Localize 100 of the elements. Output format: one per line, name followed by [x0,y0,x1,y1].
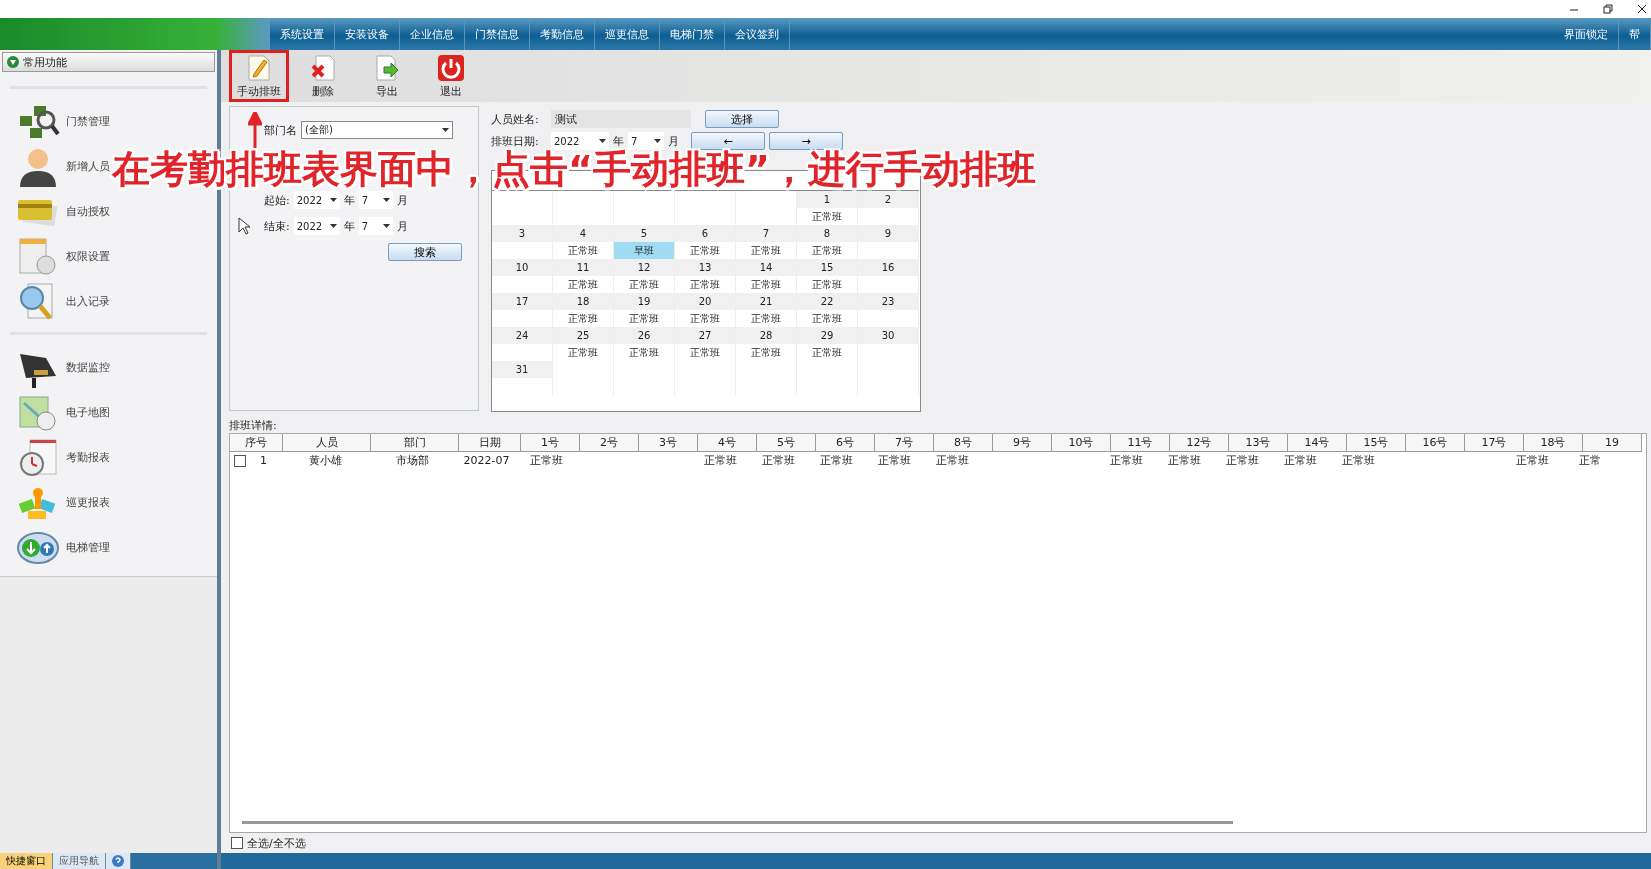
day-cell: 12 [614,259,675,276]
select-all-checkbox[interactable] [231,837,243,849]
day-cell: 25 [553,327,614,344]
sidebar-title: 常用功能 [23,54,67,70]
sidebar-item[interactable]: 考勤报表 [66,450,110,465]
column-header: 日期 [459,434,521,452]
row-checkbox[interactable] [234,454,246,467]
unit-label: 年 [613,133,624,149]
day-cell: 11 [553,259,614,276]
select-all-label: 全选/全不选 [247,835,306,851]
day-cell: 4 [553,225,614,242]
cursor-icon [238,217,252,235]
day-cell: 17 [492,293,553,310]
day-cell: 3 [492,225,553,242]
day-cell: 1 [797,191,858,208]
day-cell: 7 [736,225,797,242]
day-cell: 30 [858,327,919,344]
unit-label: 月 [396,192,408,208]
day-cell: 15 [797,259,858,276]
month-select[interactable]: 7 [358,191,393,209]
sidebar-item[interactable]: 巡更报表 [66,495,110,510]
column-header: 19 [1583,434,1642,452]
shift-cell[interactable]: 早班 [614,242,675,259]
column-header: 部门 [371,434,459,452]
table-cell: 市场部 [396,453,429,468]
help-icon[interactable] [112,855,124,867]
table-cell: 正常班 [1283,453,1317,468]
day-cell: 18 [553,293,614,310]
table-cell: 正常班 [703,453,737,468]
sidebar-item[interactable]: 电子地图 [66,405,110,420]
month-select[interactable]: 7 [628,132,664,150]
select-button[interactable]: 选择 [705,110,779,128]
close-icon[interactable] [1637,4,1647,14]
sidebar-item[interactable]: 权限设置 [66,249,110,264]
day-cell: 27 [675,327,736,344]
day-cell: 10 [492,259,553,276]
sidebar-item[interactable]: 出入记录 [66,294,110,309]
arrow-annotation [248,112,262,148]
table-cell: 1 [260,454,267,467]
sidebar-item[interactable]: 门禁管理 [66,114,110,129]
year-select[interactable]: 2022 [293,217,340,235]
year-select[interactable]: 2022 [293,191,340,209]
dropdown-caret-icon [442,128,449,132]
table-cell: 正常 [1579,453,1601,468]
column-header: 10号 [1052,434,1111,452]
day-cell: 28 [736,327,797,344]
month-select[interactable]: 7 [358,217,393,235]
column-header: 17号 [1465,434,1524,452]
table-cell: 正常班 [819,453,853,468]
field-label: 排班日期: [491,133,540,149]
day-cell: 2 [858,191,919,208]
sidebar-tab[interactable]: 快捷窗口 [0,853,53,869]
dropdown-caret-icon [599,139,606,143]
previous-button[interactable]: ← [691,132,765,150]
table-cell: 正常班 [935,453,969,468]
column-header: 16号 [1406,434,1465,452]
table-cell: 正常班 [1167,453,1201,468]
field-label: 起始: [264,192,290,208]
toolbar-button[interactable]: 导出 [357,50,417,102]
sidebar-item[interactable]: 数据监控 [66,360,110,375]
day-cell: 29 [797,327,858,344]
column-header: 12号 [1170,434,1229,452]
unit-label: 月 [396,218,408,234]
table-cell: 正常班 [1341,453,1375,468]
dropdown-caret-icon [382,198,390,202]
column-header: 8号 [934,434,993,452]
column-header: 2号 [580,434,639,452]
unit-label: 月 [668,133,679,149]
day-cell: 21 [736,293,797,310]
restore-icon[interactable] [1603,4,1613,14]
export-icon [374,53,400,82]
column-header: 9号 [993,434,1052,452]
sidebar-item[interactable]: 新增人员 [66,159,110,174]
unit-label: 年 [343,192,355,208]
toolbar-button[interactable]: 退出 [421,50,481,102]
table-cell: 2022-07 [463,454,510,467]
field-label: 人员姓名: [491,111,540,127]
year-select[interactable]: 2022 [551,132,609,150]
sidebar-header[interactable]: 常用功能 [2,52,215,72]
department-select[interactable]: (全部) [301,121,453,139]
day-cell: 9 [858,225,919,242]
next-button[interactable]: → [769,132,843,150]
toolbar-button[interactable]: 删除 [293,50,353,102]
day-cell: 13 [675,259,736,276]
horizontal-scrollbar[interactable] [242,821,1234,824]
table-cell: 黄小雄 [309,453,342,468]
dropdown-caret-icon [382,224,390,228]
day-cell: 14 [736,259,797,276]
person-name-field[interactable]: 测试 [551,110,691,128]
field-label: 部门名 [264,122,297,138]
table-title: 排班详情: [229,417,277,433]
sidebar-tab[interactable]: 应用导航 [53,853,106,869]
unit-label: 年 [343,218,355,234]
sidebar-item[interactable]: 电梯管理 [66,540,110,555]
search-button[interactable]: 搜索 [388,243,462,261]
toolbar-button[interactable]: 手动排班 [229,50,289,102]
sidebar-item[interactable]: 自动授权 [66,204,110,219]
column-header: 人员 [283,434,371,452]
column-header: 6号 [816,434,875,452]
day-cell: 5 [614,225,675,242]
